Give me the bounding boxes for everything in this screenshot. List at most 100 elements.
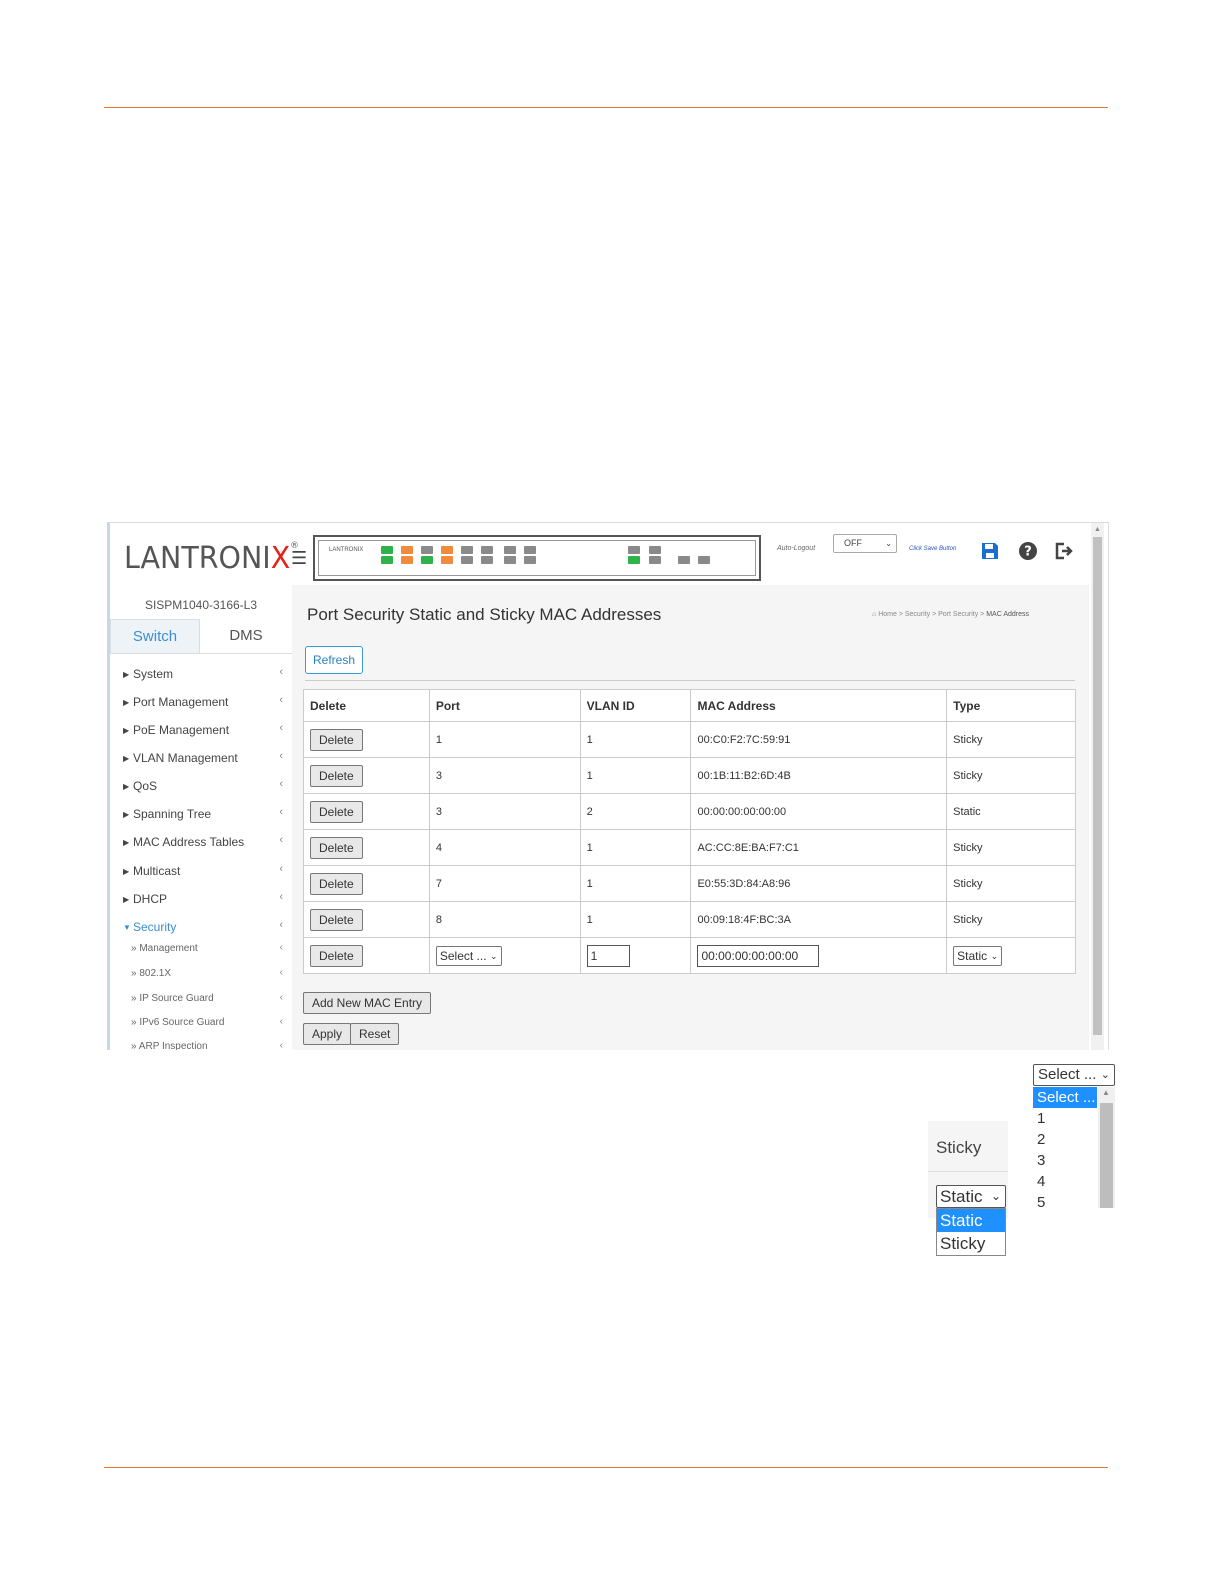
- vertical-scrollbar[interactable]: ▲: [1091, 523, 1104, 1050]
- port-cell: 7: [428, 865, 581, 902]
- main-content: Port Security Static and Sticky MAC Addr…: [292, 585, 1089, 1050]
- panel-port-icon[interactable]: [649, 556, 661, 564]
- panel-port-icon[interactable]: [504, 546, 516, 554]
- help-icon[interactable]: ?: [1018, 541, 1038, 561]
- scrollbar-thumb[interactable]: [1100, 1103, 1113, 1208]
- panel-port-icon[interactable]: [381, 556, 393, 564]
- panel-port-icon[interactable]: [649, 546, 661, 554]
- sidebar-item-label: Security: [133, 920, 177, 934]
- sidebar-item-label: VLAN Management: [133, 751, 238, 765]
- apply-button[interactable]: Apply: [303, 1023, 352, 1045]
- refresh-button[interactable]: Refresh: [305, 646, 363, 674]
- port-cell: 4: [428, 829, 581, 866]
- chevron-left-icon: ‹: [279, 806, 283, 818]
- sidebar-item-multicast[interactable]: ▶ Multicast ‹: [123, 863, 283, 878]
- port-option-4[interactable]: 4: [1033, 1171, 1097, 1192]
- delete-button[interactable]: Delete: [310, 944, 363, 967]
- mac-cell: AC:CC:8E:BA:F7:C1: [690, 829, 948, 866]
- panel-port-icon[interactable]: [678, 556, 690, 564]
- sidebar-item-spanning-tree[interactable]: ▶ Spanning Tree ‹: [123, 806, 283, 821]
- port-option-2[interactable]: 2: [1033, 1129, 1097, 1150]
- chevron-left-icon: ‹: [279, 750, 283, 762]
- panel-port-icon[interactable]: [441, 556, 453, 564]
- mac-cell: E0:55:3D:84:A8:96: [690, 865, 948, 902]
- tab-bar: Switch DMS: [110, 619, 292, 654]
- header-type: Type: [946, 689, 1076, 722]
- logout-icon[interactable]: [1054, 541, 1074, 561]
- caret-right-icon: ▶: [123, 810, 130, 819]
- sidebar-subitem-ip-source-guard[interactable]: » IP Source Guard ‹: [131, 992, 283, 1004]
- sidebar-subitem-8021x[interactable]: » 802.1X ‹: [131, 967, 283, 979]
- port-select[interactable]: Select ... ⌄: [1033, 1064, 1115, 1086]
- hamburger-menu-icon[interactable]: ☰: [291, 548, 307, 569]
- port-select[interactable]: Select ... ⌄: [435, 945, 502, 966]
- sidebar-subitem-management[interactable]: » Management ‹: [131, 942, 283, 954]
- panel-port-icon[interactable]: [401, 546, 413, 554]
- sidebar-item-mac-address-tables[interactable]: ▶ MAC Address Tables ‹: [123, 834, 283, 849]
- save-icon[interactable]: [980, 541, 1000, 561]
- panel-port-icon[interactable]: [628, 556, 640, 564]
- scroll-up-arrow-icon[interactable]: ▲: [1102, 1088, 1110, 1097]
- sidebar-item-qos[interactable]: ▶ QoS ‹: [123, 778, 283, 793]
- type-select[interactable]: Static ⌄: [936, 1185, 1006, 1208]
- scroll-up-arrow-icon[interactable]: ▲: [1094, 526, 1101, 533]
- sidebar-subitem-arp-inspection[interactable]: » ARP Inspection ‹: [131, 1040, 283, 1050]
- panel-port-icon[interactable]: [461, 556, 473, 564]
- sidebar-item-label: Spanning Tree: [133, 807, 212, 821]
- port-option-5[interactable]: 5: [1033, 1192, 1097, 1208]
- delete-button[interactable]: Delete: [310, 728, 363, 751]
- breadcrumb-current: MAC Address: [986, 611, 1029, 618]
- breadcrumb-security[interactable]: Security: [905, 611, 930, 618]
- sidebar-item-poe-management[interactable]: ▶ PoE Management ‹: [123, 722, 283, 737]
- type-cell: Sticky: [946, 829, 1076, 866]
- panel-port-icon[interactable]: [421, 546, 433, 554]
- delete-button[interactable]: Delete: [310, 836, 363, 859]
- panel-port-icon[interactable]: [628, 546, 640, 554]
- delete-button[interactable]: Delete: [310, 764, 363, 787]
- port-option-3[interactable]: 3: [1033, 1150, 1097, 1171]
- type-option-sticky[interactable]: Sticky: [937, 1232, 1005, 1255]
- scrollbar-thumb[interactable]: [1093, 537, 1102, 1035]
- auto-logout-select[interactable]: OFF ⌄: [833, 534, 897, 553]
- page-title: Port Security Static and Sticky MAC Addr…: [307, 605, 662, 624]
- sidebar-subitem-ipv6-source-guard[interactable]: » IPv6 Source Guard ‹: [131, 1016, 283, 1028]
- tab-dms[interactable]: DMS: [200, 619, 292, 653]
- breadcrumb-port-security[interactable]: Port Security: [938, 611, 978, 618]
- port-option-1[interactable]: 1: [1033, 1108, 1097, 1129]
- panel-port-icon[interactable]: [421, 556, 433, 564]
- vlan-cell: 1: [579, 865, 692, 902]
- sidebar-item-label: MAC Address Tables: [133, 835, 245, 849]
- sidebar-item-vlan-management[interactable]: ▶ VLAN Management ‹: [123, 750, 283, 765]
- tab-switch[interactable]: Switch: [110, 619, 200, 653]
- breadcrumb-home[interactable]: Home: [878, 611, 897, 618]
- type-option-static[interactable]: Static: [937, 1209, 1005, 1232]
- type-select[interactable]: Static ⌄: [953, 945, 1003, 966]
- caret-right-icon: ▶: [123, 867, 130, 876]
- chevron-left-icon: ‹: [279, 1016, 283, 1027]
- panel-port-icon[interactable]: [698, 556, 710, 564]
- sidebar-item-port-management[interactable]: ▶ Port Management ‹: [123, 694, 283, 709]
- type-cell: Sticky: [946, 901, 1076, 938]
- panel-port-icon[interactable]: [381, 546, 393, 554]
- panel-port-icon[interactable]: [524, 556, 536, 564]
- mac-address-input[interactable]: 00:00:00:00:00:00: [697, 944, 820, 967]
- delete-button[interactable]: Delete: [310, 908, 363, 931]
- delete-button[interactable]: Delete: [310, 872, 363, 895]
- options-scrollbar[interactable]: ▲: [1098, 1087, 1115, 1208]
- sidebar-item-dhcp[interactable]: ▶ DHCP ‹: [123, 891, 283, 906]
- delete-button[interactable]: Delete: [310, 800, 363, 823]
- sidebar-item-system[interactable]: ▶ System ‹: [123, 666, 283, 681]
- reset-button[interactable]: Reset: [350, 1023, 400, 1045]
- panel-port-icon[interactable]: [461, 546, 473, 554]
- panel-port-icon[interactable]: [504, 556, 516, 564]
- panel-port-icon[interactable]: [524, 546, 536, 554]
- panel-port-icon[interactable]: [481, 546, 493, 554]
- port-option-select[interactable]: Select ...: [1033, 1087, 1097, 1108]
- panel-port-icon[interactable]: [481, 556, 493, 564]
- type-select-value: Static: [940, 1187, 983, 1206]
- sidebar-item-security[interactable]: ▼ Security ‹: [123, 919, 283, 934]
- vlan-id-input[interactable]: 1: [586, 944, 630, 967]
- panel-port-icon[interactable]: [441, 546, 453, 554]
- panel-port-icon[interactable]: [401, 556, 413, 564]
- add-new-mac-entry-button[interactable]: Add New MAC Entry: [303, 992, 432, 1014]
